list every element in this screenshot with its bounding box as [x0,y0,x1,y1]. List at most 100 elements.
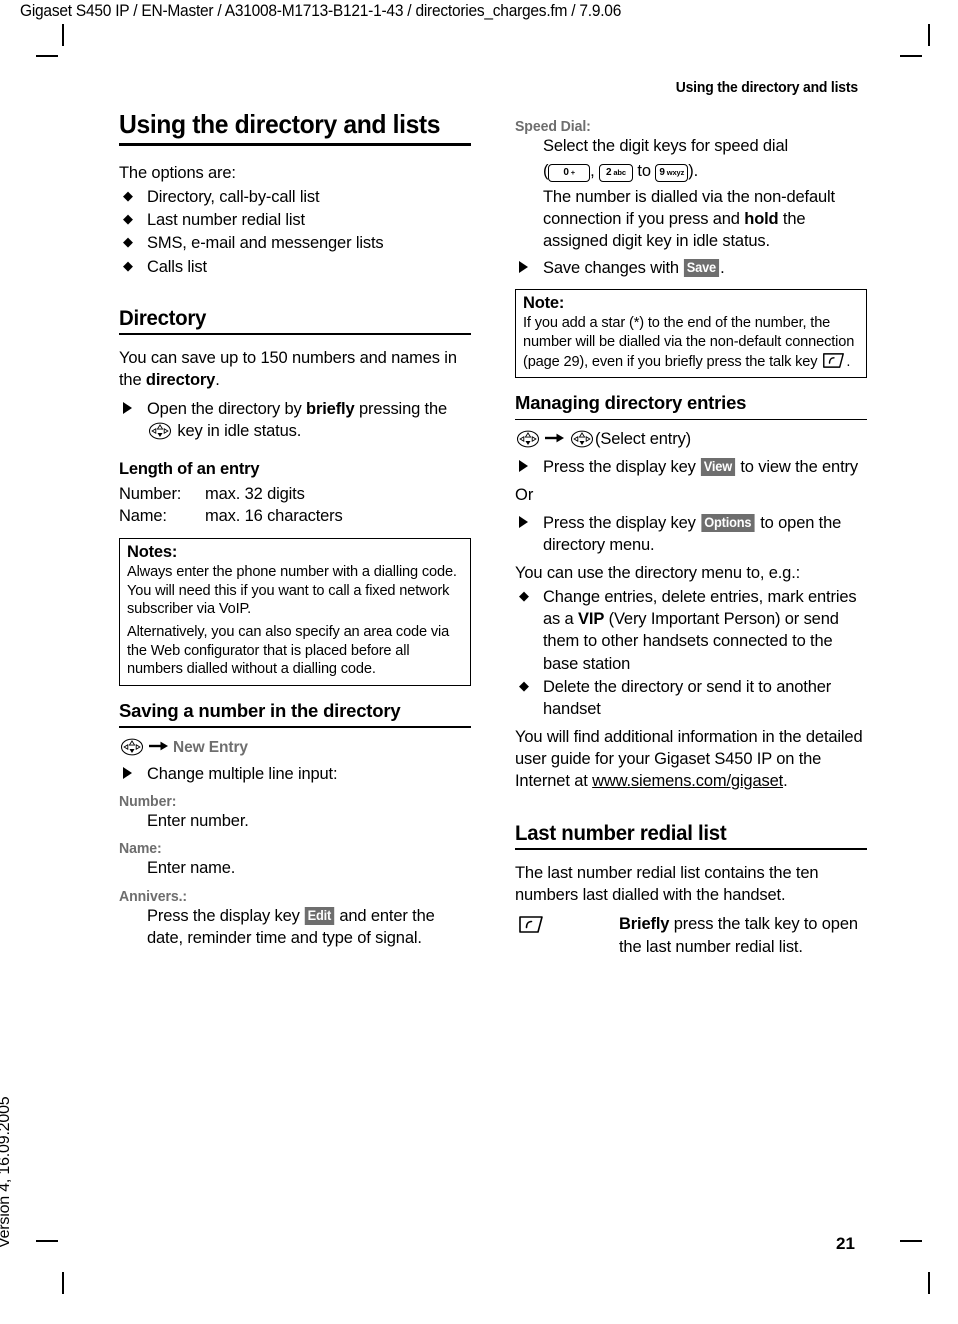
list-item: ◆ Delete the directory or send it to ano… [515,676,867,720]
softkey-save[interactable]: Save [684,259,720,278]
right-arrow-icon [544,430,566,444]
redial-talk-key-step: Briefly press the talk key to open the l… [515,913,867,957]
list-item: ◆ Calls list [119,256,471,278]
param-label-number: Number: [119,793,177,811]
crop-mark-top-right-horizontal [900,55,922,57]
navigation-key-icon [148,422,172,440]
redial-intro: The last number redial list contains the… [515,864,819,905]
param-text-name: Enter name. [147,859,236,878]
open-directory-step: Open the directory by briefly pressing t… [119,398,471,442]
note-box-paragraph: If you add a star (*) to the end of the … [523,314,860,371]
additional-info-b: . [783,772,788,791]
crop-mark-top-left-vertical [62,24,64,46]
file-id-line: Gigaset S450 IP / EN-Master / A31008-M17… [20,2,622,20]
length-row-name: Name: max. 16 characters [119,506,471,528]
diamond-bullet-icon: ◆ [123,257,133,273]
triangle-bullet-icon [519,515,528,528]
digit-key-0-label: 0 [563,167,569,179]
list-item-label: SMS, e-mail and messenger lists [147,234,384,253]
param-text-number: Enter number. [147,812,249,831]
softkey-edit[interactable]: Edit [304,906,335,925]
length-row-value: max. 32 digits [205,485,305,504]
speed-dial-body-emph: hold [744,210,779,229]
page-title: Using the directory and lists [119,109,441,139]
change-multiline-step: Change multiple line input: [119,763,471,785]
select-entry-label: (Select entry) [595,430,692,449]
triangle-bullet-icon [519,459,528,472]
document-page: Gigaset S450 IP / EN-Master / A31008-M17… [0,0,958,1324]
list-item: ◆ Last number redial list [119,209,471,231]
or-separator: Or [515,485,534,504]
open-step-a: Open the directory by [147,399,307,418]
left-column: Using the directory and lists The option… [119,109,471,949]
menu-item-new-entry[interactable]: New Entry [173,739,248,756]
param-label-annivers: Annivers.: [119,887,188,905]
subheading-saving-a-number: Saving a number in the directory [119,700,401,722]
menu-use-intro: You can use the directory menu to, e.g.: [515,564,801,583]
open-step-d: key in idle status. [173,422,302,441]
crop-mark-top-right-vertical [928,24,930,46]
close-paren: ). [688,162,699,181]
length-row-label: Name: [119,507,167,526]
directory-intro: You can save up to 150 numbers and names… [119,347,471,391]
softkey-view[interactable]: View [701,457,736,476]
triangle-bullet-icon [123,401,132,414]
digit-key-9-label: 9 [659,167,665,179]
digit-key-0-icon[interactable]: 0 + [548,164,591,183]
param-text-annivers: Press the display key Edit and enter the… [147,905,471,949]
talk-key-icon [822,352,845,369]
open-step-emph: briefly [306,399,355,418]
notes-box-paragraph: Always enter the phone number with a dia… [127,564,457,618]
list-item-label: Calls list [147,257,207,276]
talk-key-icon [518,915,544,940]
options-intro: The options are: [119,164,236,183]
crop-mark-bottom-left-horizontal [36,1240,58,1242]
diamond-bullet-icon: ◆ [123,188,133,204]
notes-box: Notes: Always enter the phone number wit… [119,538,471,687]
siemens-gigaset-link[interactable]: www.siemens.com/gigaset [592,772,783,790]
length-row-label: Number: [119,485,182,504]
title-rule [119,143,471,147]
menu-path-new-entry: New Entry [119,737,471,758]
digit-key-9-icon[interactable]: 9 wxyz [655,164,689,183]
options-list: ◆ Directory, call-by-call list ◆ Last nu… [119,186,471,277]
length-row-value: max. 16 characters [205,507,343,526]
change-step-label: Change multiple line input: [147,765,338,784]
notes-box-paragraph: Alternatively, you can also specify an a… [127,624,450,678]
notes-box-title: Notes: [127,543,178,562]
speed-dial-keys-line: (0 +, 2 abc to 9 wxyz). [543,157,867,186]
page-number: 21 [836,1234,855,1253]
annivers-text-a: Press the display key [147,906,305,925]
saving-rule [119,726,471,728]
to-sep: to [632,162,656,181]
save-changes-step: Save changes with Save. [515,257,867,279]
digit-key-0-sub: + [570,168,576,178]
options-step-a: Press the display key [543,513,701,532]
section-heading-directory: Directory [119,305,207,330]
navigation-key-icon [516,430,540,448]
param-label-speed-dial: Speed Dial: [515,118,591,135]
directory-intro-c: . [215,370,220,389]
crop-mark-bottom-right-vertical [928,1272,930,1294]
managing-rule [515,418,867,421]
menu-path-select-entry: (Select entry) [515,429,867,450]
diamond-bullet-icon: ◆ [519,677,529,693]
softkey-options[interactable]: Options [701,513,755,532]
diamond-bullet-icon: ◆ [519,588,529,604]
open-step-c: pressing the [354,399,448,418]
note-box: Note: If you add a star (*) to the end o… [515,289,867,379]
list-item: ◆ Change entries, delete entries, mark e… [515,586,867,674]
list-item-a: Delete the directory or send it to anoth… [543,677,832,718]
digit-key-2-icon[interactable]: 2 abc [598,164,633,183]
subheading-length-of-entry: Length of an entry [119,460,260,479]
diamond-bullet-icon: ◆ [123,211,133,227]
note-text-a: If you add a star (*) to the end of the … [523,315,855,370]
list-item-emph: VIP [578,610,605,629]
navigation-key-icon [120,738,144,756]
diamond-bullet-icon: ◆ [123,234,133,250]
save-step-b: . [720,259,725,278]
comma-sep: , [590,162,599,181]
